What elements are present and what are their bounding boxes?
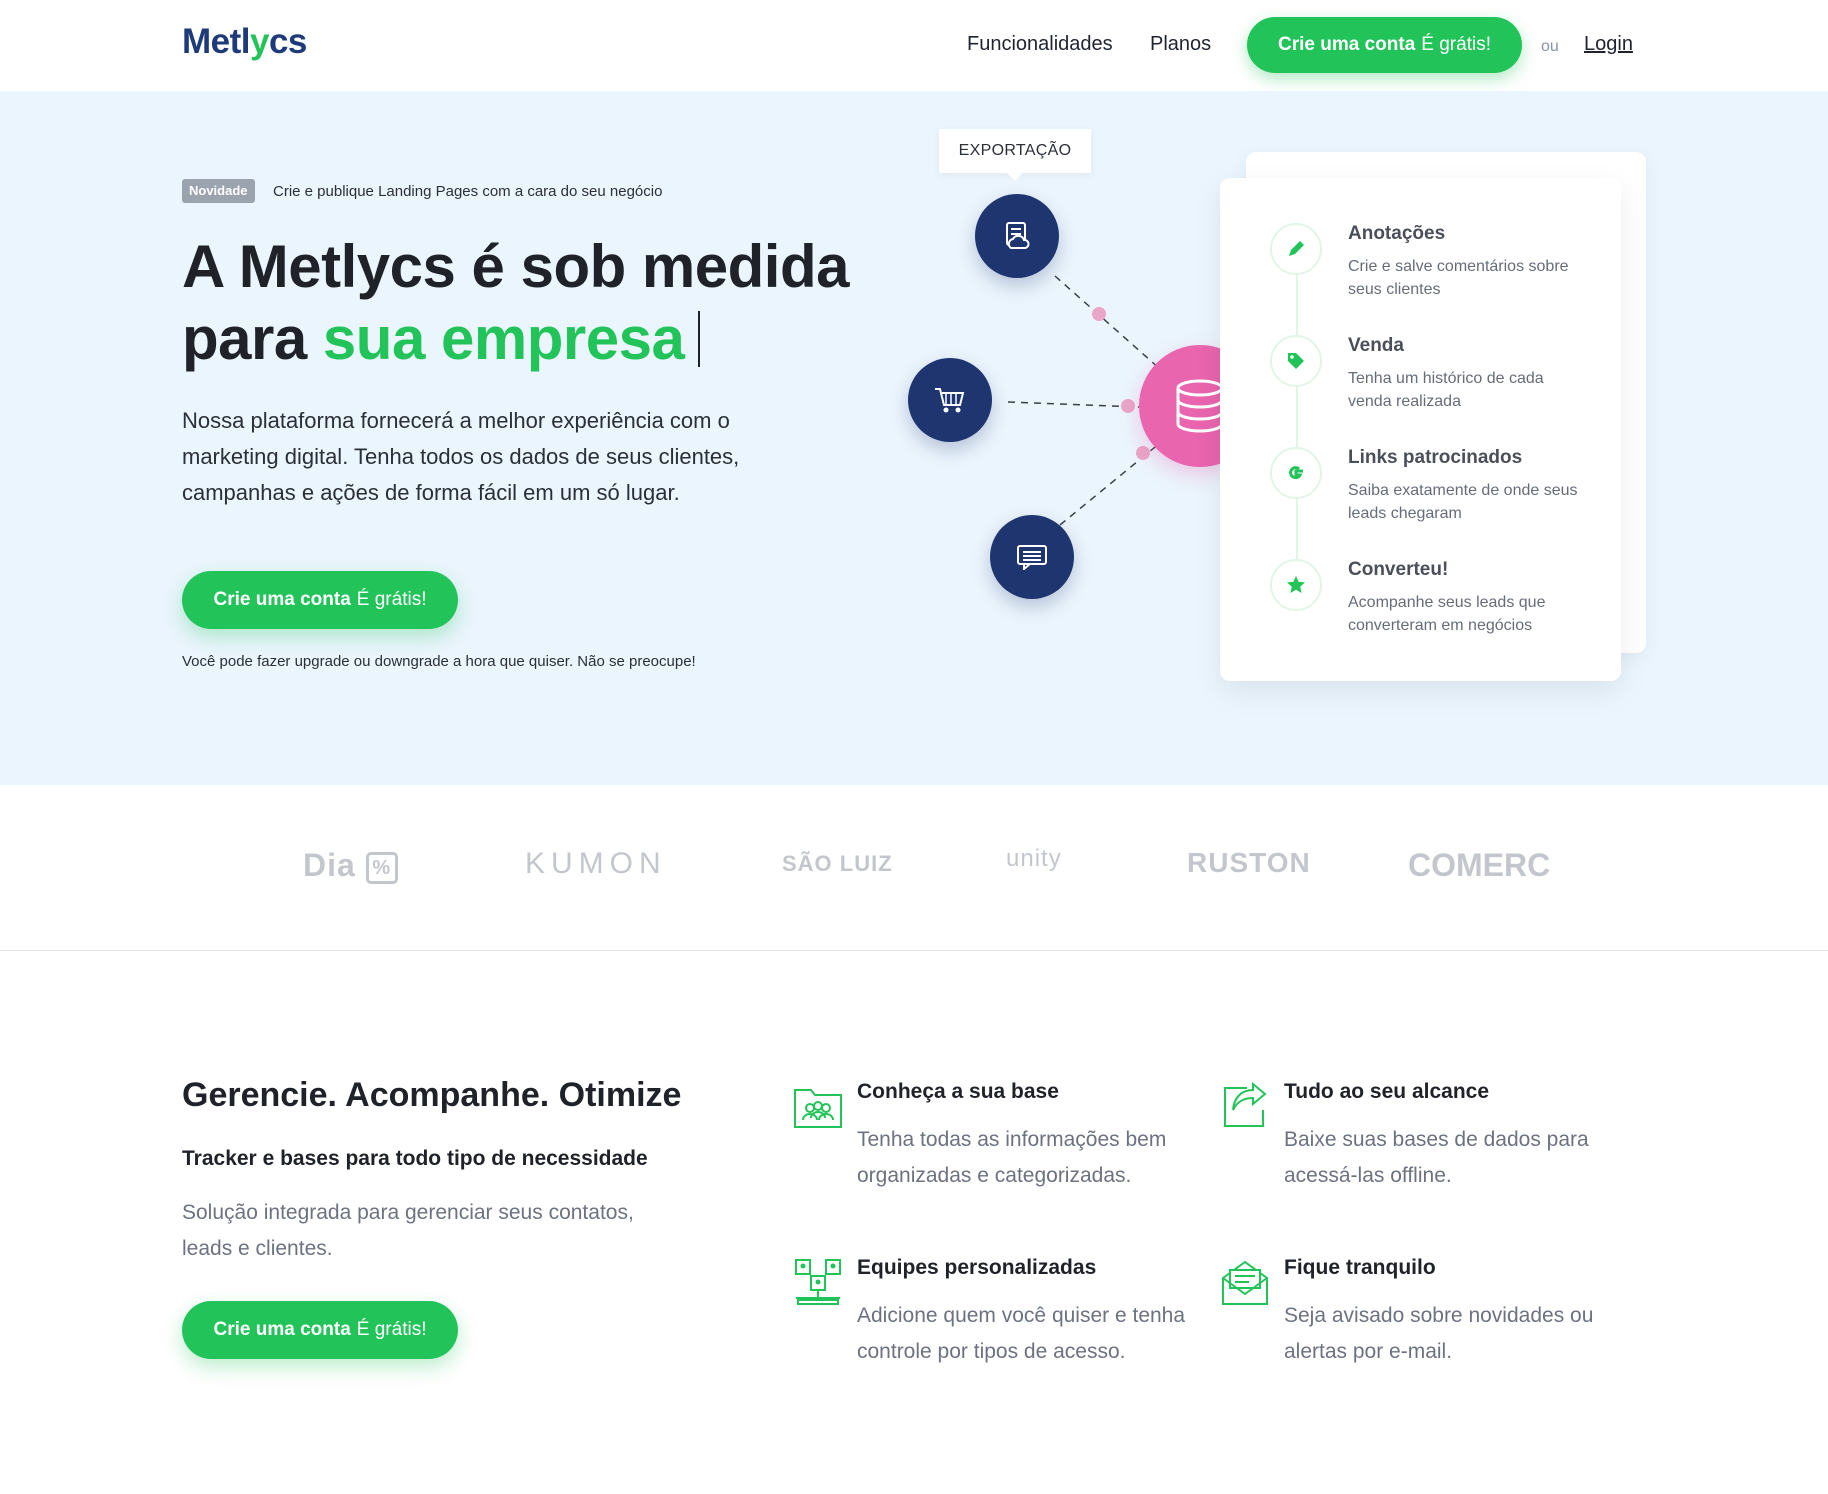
signup-sublabel: É grátis!	[356, 1319, 427, 1340]
chat-icon	[1017, 545, 1047, 570]
share-icon	[1224, 1081, 1267, 1127]
integration-diagram: EXPORTAÇÃO Anotações Crie e salve coment…	[0, 91, 1828, 785]
feature-title: Fique tranquilo	[1284, 1256, 1436, 1279]
login-link[interactable]: Login	[1584, 33, 1633, 56]
star-icon	[1270, 559, 1322, 611]
signup-label: Crie uma conta	[213, 1319, 351, 1340]
timeline-desc: Tenha um histórico de cada venda realiza…	[1348, 370, 1544, 410]
timeline-title: Venda	[1348, 335, 1404, 356]
top-navbar: Metlycs Funcionalidades Planos Crie uma …	[0, 0, 1828, 91]
features-title: Gerencie. Acompanhe. Otimize	[182, 1076, 682, 1114]
logo-unity: unity	[1006, 845, 1062, 872]
logo-ruston: RUSTON	[1187, 847, 1311, 878]
signup-sublabel: É grátis!	[1421, 34, 1491, 55]
features-signup-button[interactable]: Crie uma conta É grátis!	[182, 1301, 458, 1359]
feature-desc: Adicione quem você quiser e tenha contro…	[857, 1304, 1186, 1363]
nav-planos[interactable]: Planos	[1150, 33, 1211, 56]
timeline-title: Converteu!	[1348, 559, 1449, 580]
logo-dia: Dia%	[303, 847, 398, 884]
tag-icon	[1270, 335, 1322, 387]
feature-title: Equipes personalizadas	[857, 1256, 1097, 1279]
logo-comerc: COMERC	[1408, 847, 1551, 883]
google-icon	[1270, 447, 1322, 499]
mail-icon	[1222, 1260, 1268, 1305]
nav-funcionalidades[interactable]: Funcionalidades	[967, 33, 1113, 56]
team-icon	[795, 1259, 841, 1305]
cloud-document-node[interactable]	[975, 194, 1059, 278]
timeline-desc: Acompanhe seus leads que converteram em …	[1348, 594, 1546, 634]
hero-section: Novidade Crie e publique Landing Pages c…	[0, 91, 1828, 785]
export-tooltip: EXPORTAÇÃO	[939, 129, 1091, 181]
folder-users-icon	[794, 1089, 842, 1128]
timeline-title: Anotações	[1348, 223, 1446, 244]
timeline-title: Links patrocinados	[1348, 447, 1523, 468]
or-text: ou	[1541, 38, 1559, 55]
cloud-document-icon	[1006, 222, 1030, 249]
feature-title: Conheça a sua base	[857, 1080, 1059, 1103]
signup-label: Crie uma conta	[1278, 34, 1416, 55]
logo-kumon: KUMON	[525, 847, 667, 880]
cart-icon	[935, 388, 965, 413]
features-subtitle: Tracker e bases para todo tipo de necess…	[182, 1147, 648, 1170]
feature-desc: Tenha todas as informações bem organizad…	[857, 1128, 1167, 1187]
timeline-desc: Saiba exatamente de onde seus leads cheg…	[1348, 482, 1578, 522]
database-icon	[1176, 379, 1224, 433]
timeline-desc: Crie e salve comentários sobre seus clie…	[1348, 258, 1569, 298]
feature-desc: Seja avisado sobre novidades ou alertas …	[1284, 1304, 1594, 1363]
pencil-icon	[1270, 223, 1322, 275]
cart-node[interactable]	[908, 358, 992, 442]
header-signup-button[interactable]: Crie uma conta É grátis!	[1247, 17, 1522, 73]
logo-sao-luiz: SÃO LUIZ	[782, 851, 893, 876]
feature-desc: Baixe suas bases de dados para acessá-la…	[1284, 1128, 1589, 1187]
chat-node[interactable]	[990, 515, 1074, 599]
feature-title: Tudo ao seu alcance	[1284, 1080, 1490, 1103]
features-description: Solução integrada para gerenciar seus co…	[182, 1201, 634, 1260]
metlycs-logo[interactable]: Metlycs	[182, 22, 307, 62]
client-logos: Dia% KUMON SÃO LUIZ unity RUSTON COMERC	[0, 785, 1828, 951]
